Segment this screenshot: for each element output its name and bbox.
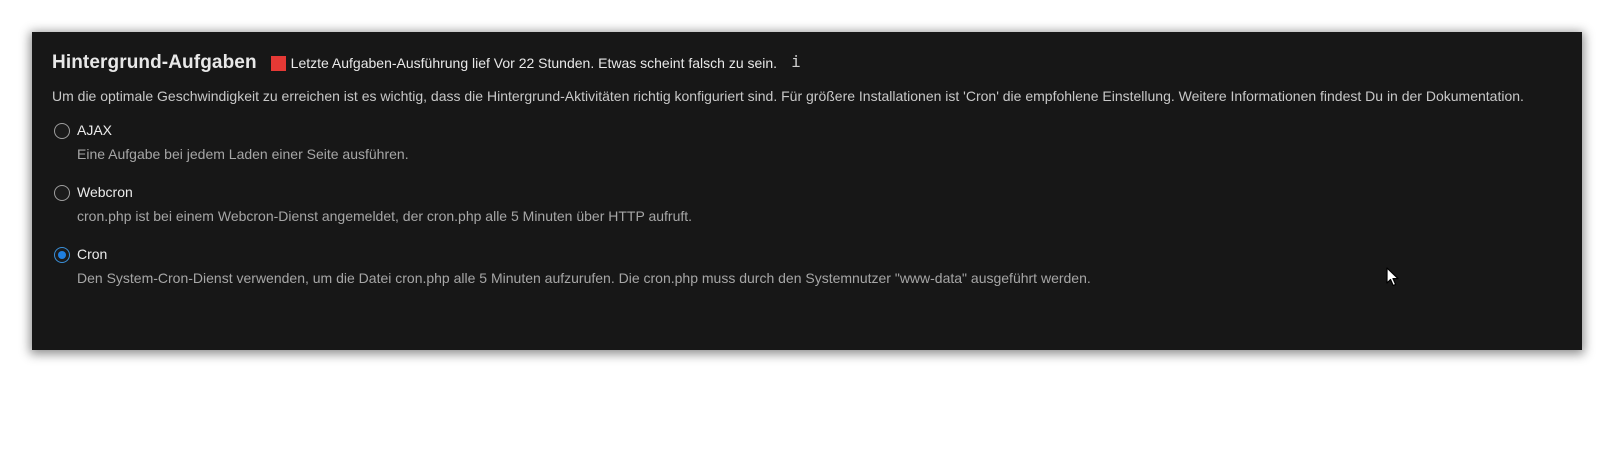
option-webcron: Webcron cron.php ist bei einem Webcron-D… bbox=[52, 182, 1562, 244]
section-description: Um die optimale Geschwindigkeit zu errei… bbox=[52, 88, 1524, 104]
option-hint-webcron: cron.php ist bei einem Webcron-Dienst an… bbox=[77, 208, 693, 224]
option-ajax: AJAX Eine Aufgabe bei jedem Laden einer … bbox=[52, 120, 1562, 182]
radio-webcron[interactable] bbox=[54, 185, 70, 201]
radio-cron[interactable] bbox=[54, 247, 70, 263]
status-message: Letzte Aufgaben-Ausführung lief Vor 22 S… bbox=[290, 55, 778, 71]
section-header: Hintergrund-Aufgaben Letzte Aufgaben-Aus… bbox=[52, 48, 1562, 78]
info-icon[interactable]: i bbox=[791, 52, 801, 71]
mouse-pointer-icon bbox=[1386, 267, 1399, 287]
error-status-indicator bbox=[270, 55, 286, 71]
background-jobs-panel: Hintergrund-Aufgaben Letzte Aufgaben-Aus… bbox=[32, 32, 1582, 350]
option-label-ajax[interactable]: AJAX bbox=[77, 122, 112, 138]
background-mode-options: AJAX Eine Aufgabe bei jedem Laden einer … bbox=[52, 120, 1562, 306]
radio-ajax[interactable] bbox=[54, 123, 70, 139]
option-hint-ajax: Eine Aufgabe bei jedem Laden einer Seite… bbox=[77, 146, 409, 162]
option-label-webcron[interactable]: Webcron bbox=[77, 184, 133, 200]
option-hint-cron: Den System-Cron-Dienst verwenden, um die… bbox=[77, 270, 1091, 286]
section-title: Hintergrund-Aufgaben bbox=[52, 52, 257, 73]
option-label-cron[interactable]: Cron bbox=[77, 246, 107, 262]
option-cron: Cron Den System-Cron-Dienst verwenden, u… bbox=[52, 244, 1562, 306]
